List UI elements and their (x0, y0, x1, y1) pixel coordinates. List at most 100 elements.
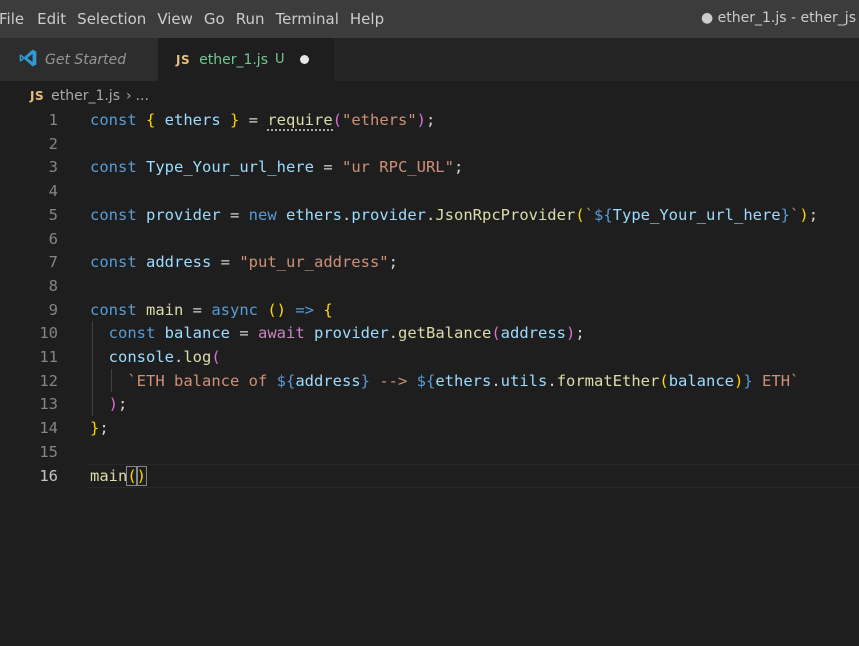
javascript-file-icon: JS (176, 52, 191, 67)
code-token: ; (575, 324, 585, 343)
code-token: Type_Your_url_here (612, 205, 781, 224)
code-token: address (500, 324, 566, 343)
code-line[interactable]: 12 `ETH balance of ${address} --> ${ethe… (0, 369, 859, 393)
code-line[interactable]: 1 const { ethers } = require("ethers"); (0, 108, 859, 132)
code-token: . (174, 348, 184, 366)
code-line[interactable]: 7 const address = "put_ur_address"; (0, 250, 859, 274)
code-token: Type_Your_url_here (146, 158, 314, 177)
code-token: ) (734, 371, 744, 390)
code-token: () (267, 300, 286, 319)
code-token: formatEther (556, 371, 660, 390)
code-text: const balance = await provider.getBalanc… (90, 321, 585, 345)
breadcrumb-symbols[interactable]: ... (136, 88, 149, 104)
code-token: ; (99, 419, 109, 438)
code-token: ) (416, 111, 427, 129)
code-token: require (267, 111, 333, 131)
code-line[interactable]: 3 const Type_Your_url_here = "ur RPC_URL"… (0, 155, 859, 179)
menu-bar: File Edit Selection View Go Run Terminal… (0, 0, 859, 38)
code-token: ; (808, 205, 819, 224)
code-token: address (295, 371, 361, 390)
window-title: ● ether_1.js - ether_js (700, 10, 856, 26)
menu-view[interactable]: View (157, 10, 204, 28)
code-editor[interactable]: 1 const { ethers } = require("ethers"); 2 3… (0, 107, 859, 646)
current-line-highlight (87, 463, 859, 488)
code-token: = (183, 300, 212, 319)
code-token: = (313, 158, 342, 177)
tab-ether-1-js[interactable]: JS ether_1.js U (158, 38, 334, 81)
line-number: 8 (48, 276, 58, 295)
code-line[interactable]: 15 (0, 440, 859, 464)
code-token: { (323, 300, 333, 319)
code-token: provider (351, 205, 426, 224)
code-token: provider (146, 205, 221, 224)
line-number: 7 (48, 253, 58, 272)
menu-run[interactable]: Run (236, 10, 276, 28)
code-text: `ETH balance of ${address} --> ${ethers.… (90, 369, 799, 393)
code-text: console.log( (90, 345, 221, 369)
code-token: ${ (276, 371, 296, 390)
code-token: . (425, 205, 436, 224)
menu-help[interactable]: Help (350, 10, 395, 28)
code-token: ( (575, 205, 585, 224)
code-token: log (183, 348, 212, 366)
code-token: ethers (435, 371, 492, 390)
tab-get-started[interactable]: Get Started (0, 38, 158, 81)
code-line[interactable]: 14}; (0, 416, 859, 440)
code-token: ; (388, 253, 398, 272)
menu-file[interactable]: File (0, 10, 37, 28)
line-number: 14 (39, 419, 58, 438)
code-line[interactable]: 2 (0, 132, 859, 156)
code-token: } (360, 371, 370, 390)
line-number: 13 (39, 395, 58, 414)
code-token: ethers (164, 111, 221, 129)
code-line[interactable]: 4 (0, 179, 859, 203)
code-token: = (211, 253, 240, 272)
menu-go[interactable]: Go (204, 10, 236, 28)
unsaved-dot-icon[interactable] (299, 55, 309, 64)
code-line[interactable]: 8 (0, 274, 859, 298)
code-token: . (547, 371, 557, 390)
code-token: balance (668, 371, 735, 390)
menu-edit[interactable]: Edit (37, 10, 77, 28)
code-line[interactable]: 16 main() (0, 463, 859, 488)
code-line[interactable]: 6 (0, 227, 859, 251)
code-token: ) (799, 205, 809, 224)
code-token: utils (500, 371, 548, 390)
code-token: => (295, 300, 315, 319)
code-token: const (90, 158, 146, 177)
code-token: --> (369, 371, 417, 390)
code-token: JsonRpcProvider (435, 205, 576, 224)
code-token: new (248, 205, 286, 224)
breadcrumb-file[interactable]: ether_1.js (51, 88, 120, 104)
code-token: ; (426, 111, 436, 129)
code-token: const (90, 205, 146, 224)
line-number: 12 (39, 371, 58, 390)
code-text: const provider = new ethers.provider.Jso… (90, 203, 818, 227)
breadcrumb: JS ether_1.js › ... (30, 86, 149, 106)
code-token: ) (108, 395, 119, 414)
code-text: ); (90, 392, 128, 416)
code-line[interactable]: 13 ); (0, 392, 859, 416)
menu-selection[interactable]: Selection (77, 10, 157, 28)
line-number: 4 (48, 182, 58, 201)
code-token: = (239, 111, 268, 129)
code-token: main (146, 300, 184, 319)
code-token: balance (164, 324, 230, 343)
line-number: 10 (39, 324, 58, 343)
code-token: ( (332, 111, 343, 129)
code-line[interactable]: 5 const provider = new ethers.provider.Js… (0, 203, 859, 227)
line-number: 2 (48, 134, 58, 153)
line-number: 9 (48, 300, 58, 319)
code-token: "ethers" (342, 111, 417, 129)
code-token: "put_ur_address" (239, 253, 389, 272)
code-line[interactable]: 11 console.log( (0, 345, 859, 369)
code-line[interactable]: 10 const balance = await provider.getBal… (0, 321, 859, 345)
code-line[interactable]: 9 const main = async () => { (0, 298, 859, 322)
menu-terminal[interactable]: Terminal (276, 10, 350, 28)
code-token: ) (566, 324, 576, 343)
code-token: ( (659, 371, 669, 390)
code-token: } (743, 371, 753, 390)
